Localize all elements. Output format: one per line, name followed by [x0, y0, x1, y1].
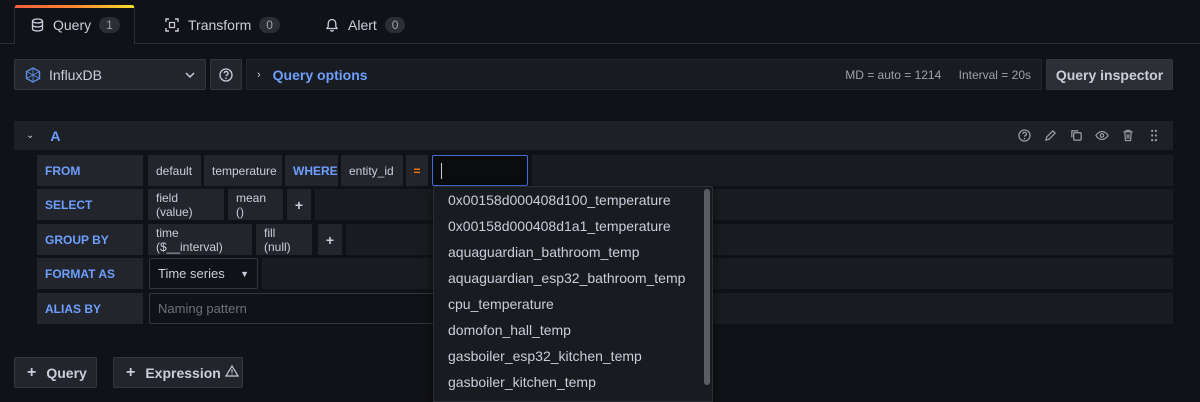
alias-by-input[interactable] — [149, 293, 449, 324]
plus-icon: + — [126, 363, 136, 381]
format-as-row-filler — [262, 258, 1173, 289]
dropdown-option[interactable]: gasboiler_esp32_kitchen_temp — [434, 343, 712, 369]
alias-by-label: ALIAS BY — [37, 293, 143, 324]
query-name[interactable]: A — [50, 128, 60, 144]
trash-icon[interactable] — [1121, 129, 1135, 143]
text-caret — [441, 163, 442, 179]
operator-segment[interactable]: = — [406, 155, 428, 186]
from-label: FROM — [37, 155, 143, 186]
format-as-value: Time series — [158, 266, 225, 281]
drag-handle-icon[interactable] — [1147, 129, 1161, 143]
datasource-name: InfluxDB — [49, 66, 102, 83]
tab-query[interactable]: Query 1 — [14, 5, 135, 44]
add-expression-button[interactable]: + Expression — [113, 357, 243, 388]
tab-alert-count: 0 — [384, 17, 406, 33]
from-row-filler — [532, 155, 1173, 186]
query-row-header: ⌄ A — [14, 121, 1173, 150]
eye-icon[interactable] — [1095, 129, 1109, 143]
database-icon — [29, 17, 45, 33]
dropdown-scrollbar[interactable] — [704, 189, 710, 385]
query-options-meta: MD = auto = 1214 Interval = 20s — [831, 68, 1031, 82]
max-data-points: MD = auto = 1214 — [845, 67, 942, 82]
tab-alert-label: Alert — [348, 17, 377, 33]
retention-policy-segment[interactable]: default — [148, 155, 201, 186]
chevron-down-icon — [185, 71, 195, 78]
where-keyword: WHERE — [285, 155, 338, 186]
dropdown-option[interactable]: aquaguardian_esp32_bathroom_temp — [434, 265, 712, 291]
collapse-chevron-icon[interactable]: ⌄ — [26, 130, 34, 141]
chevron-right-icon: › — [257, 68, 261, 81]
tab-transform-label: Transform — [188, 17, 252, 33]
caret-down-icon: ▼ — [240, 268, 249, 279]
datasource-picker[interactable]: InfluxDB — [14, 59, 206, 90]
group-by-label: GROUP BY — [37, 224, 143, 255]
tag-value-input[interactable] — [432, 155, 528, 186]
plus-icon: + — [27, 363, 37, 381]
add-query-button[interactable]: + Query — [14, 357, 97, 388]
pencil-icon[interactable] — [1043, 129, 1057, 143]
dropdown-option[interactable]: gasboiler_kitchen_temp — [434, 369, 712, 395]
help-icon[interactable] — [1017, 129, 1031, 143]
help-icon — [219, 67, 233, 82]
dropdown-option[interactable]: 0x00158d000408d100_temperature — [434, 187, 712, 213]
query-options-bar[interactable]: › Query options MD = auto = 1214 Interva… — [246, 59, 1042, 90]
datasource-help-button[interactable] — [210, 59, 242, 90]
add-group-by-button[interactable]: + — [318, 224, 342, 255]
dropdown-option[interactable]: domofon_hall_temp — [434, 317, 712, 343]
query-row-actions — [1017, 129, 1161, 143]
aggregation-segment[interactable]: mean () — [228, 189, 283, 220]
query-options-title: Query options — [272, 66, 368, 83]
tab-alert[interactable]: Alert 0 — [310, 6, 419, 44]
tag-value-dropdown: 0x00158d000408d100_temperature 0x00158d0… — [433, 186, 713, 402]
transform-icon — [164, 17, 180, 33]
field-segment[interactable]: field (value) — [148, 189, 224, 220]
dropdown-option[interactable]: 0x00158d000408d1a1_temperature — [434, 213, 712, 239]
bell-icon — [324, 17, 340, 33]
format-as-label: FORMAT AS — [37, 258, 143, 289]
duplicate-icon[interactable] — [1069, 129, 1083, 143]
group-by-time-segment[interactable]: time ($__interval) — [148, 224, 252, 255]
add-expression-label: Expression — [145, 364, 221, 381]
dropdown-option[interactable]: cpu_temperature — [434, 291, 712, 317]
tab-transform-count: 0 — [259, 17, 280, 33]
tab-transform[interactable]: Transform 0 — [150, 6, 294, 44]
tab-query-label: Query — [53, 17, 92, 33]
dropdown-option[interactable]: aquaguardian_bathroom_temp — [434, 239, 712, 265]
measurement-segment[interactable]: temperature — [204, 155, 282, 186]
interval-value: Interval = 20s — [958, 67, 1031, 82]
add-query-label: Query — [46, 364, 87, 381]
tab-query-count: 1 — [99, 17, 120, 33]
tag-key-segment[interactable]: entity_id — [341, 155, 403, 186]
fill-segment[interactable]: fill (null) — [256, 224, 312, 255]
format-as-select[interactable]: Time series ▼ — [149, 258, 258, 289]
warning-icon — [224, 364, 239, 380]
add-select-button[interactable]: + — [287, 189, 311, 220]
from-row: FROM default temperature WHERE entity_id… — [37, 155, 1173, 186]
tab-bar: Query 1 Transform 0 Alert 0 — [0, 0, 1200, 44]
query-inspector-button[interactable]: Query inspector — [1046, 59, 1173, 90]
influxdb-icon — [25, 66, 41, 83]
select-label: SELECT — [37, 189, 143, 220]
